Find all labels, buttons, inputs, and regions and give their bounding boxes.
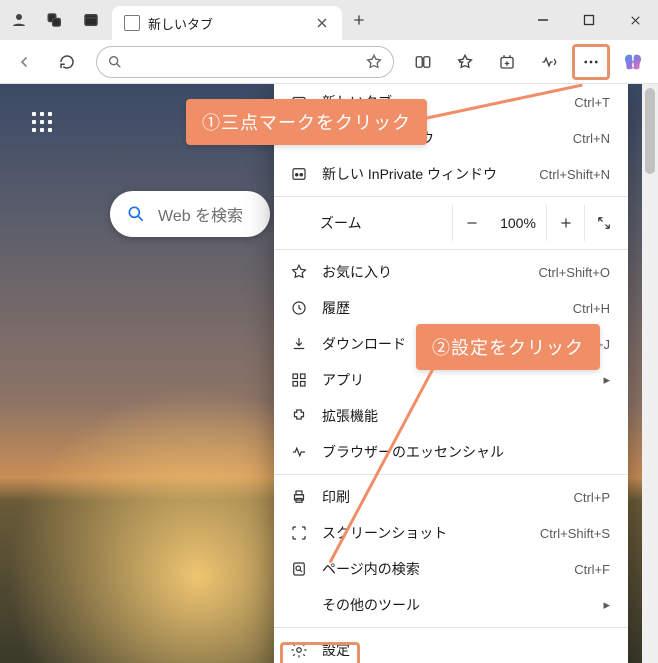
- new-tab-button[interactable]: [342, 0, 376, 40]
- grid-icon: [32, 112, 52, 132]
- workspaces-icon[interactable]: [46, 11, 64, 29]
- menu-item-extensions[interactable]: 拡張機能: [274, 398, 628, 434]
- history-icon: [290, 299, 308, 317]
- menu-item-print[interactable]: 印刷 Ctrl+P: [274, 479, 628, 515]
- window-minimize-button[interactable]: [520, 0, 566, 40]
- split-screen-button[interactable]: [404, 44, 442, 80]
- browser-essentials-button[interactable]: [530, 44, 568, 80]
- refresh-button[interactable]: [48, 44, 86, 80]
- annotation-callout-2: ②設定をクリック: [416, 324, 600, 370]
- browser-tab[interactable]: 新しいタブ: [112, 6, 342, 40]
- zoom-percent: 100%: [490, 215, 546, 231]
- profile-icon[interactable]: [10, 11, 28, 29]
- back-button[interactable]: [6, 44, 44, 80]
- window-maximize-button[interactable]: [566, 0, 612, 40]
- page-content: Web を検索 新しいタブ Ctrl+T 新しいウィンドウ Ctrl+N 新しい…: [0, 84, 658, 663]
- menu-item-essentials[interactable]: ブラウザーのエッセンシャル: [274, 434, 628, 470]
- tab-title: 新しいタブ: [148, 14, 213, 33]
- extension-icon: [290, 407, 308, 425]
- menu-item-new-inprivate[interactable]: 新しい InPrivate ウィンドウ Ctrl+Shift+N: [274, 156, 628, 192]
- zoom-label: ズーム: [320, 213, 362, 233]
- favorites-button[interactable]: [446, 44, 484, 80]
- chevron-right-icon: ▸: [603, 372, 610, 388]
- menu-item-history[interactable]: 履歴 Ctrl+H: [274, 290, 628, 326]
- menu-zoom-row: ズーム 100%: [274, 201, 628, 245]
- browser-toolbar: [0, 40, 658, 84]
- web-search-box[interactable]: Web を検索: [110, 191, 270, 237]
- window-titlebar: 新しいタブ: [0, 0, 658, 40]
- print-icon: [290, 488, 308, 506]
- app-launcher-button[interactable]: [22, 102, 62, 142]
- download-icon: [290, 335, 308, 353]
- favorite-star-icon[interactable]: [365, 53, 383, 71]
- more-menu-button[interactable]: [572, 44, 610, 80]
- settings-dropdown-menu: 新しいタブ Ctrl+T 新しいウィンドウ Ctrl+N 新しい InPriva…: [274, 84, 628, 663]
- heartbeat-icon: [290, 443, 308, 461]
- window-close-button[interactable]: [612, 0, 658, 40]
- star-icon: [290, 263, 308, 281]
- inprivate-icon: [290, 165, 308, 183]
- tab-actions-icon[interactable]: [82, 11, 100, 29]
- annotation-highlight-settings: [280, 642, 360, 663]
- copilot-button[interactable]: [614, 44, 652, 80]
- scrollbar-thumb[interactable]: [645, 88, 655, 174]
- menu-item-favorites[interactable]: お気に入り Ctrl+Shift+O: [274, 254, 628, 290]
- zoom-out-button[interactable]: [452, 205, 490, 241]
- search-icon: [126, 204, 146, 224]
- address-bar[interactable]: [96, 46, 394, 78]
- screenshot-icon: [290, 524, 308, 542]
- menu-item-screenshot[interactable]: スクリーンショット Ctrl+Shift+S: [274, 515, 628, 551]
- chevron-right-icon: ▸: [603, 597, 610, 613]
- tab-close-icon[interactable]: [314, 15, 330, 31]
- menu-item-more-tools[interactable]: その他のツール ▸: [274, 587, 628, 623]
- find-icon: [290, 560, 308, 578]
- annotation-callout-1: ①三点マークをクリック: [186, 99, 427, 145]
- menu-item-find[interactable]: ページ内の検索 Ctrl+F: [274, 551, 628, 587]
- tab-favicon: [124, 15, 140, 31]
- collections-button[interactable]: [488, 44, 526, 80]
- web-search-placeholder: Web を検索: [158, 202, 243, 226]
- search-icon: [107, 54, 123, 70]
- fullscreen-button[interactable]: [584, 205, 622, 241]
- apps-icon: [290, 371, 308, 389]
- vertical-scrollbar[interactable]: [642, 84, 658, 663]
- zoom-in-button[interactable]: [546, 205, 584, 241]
